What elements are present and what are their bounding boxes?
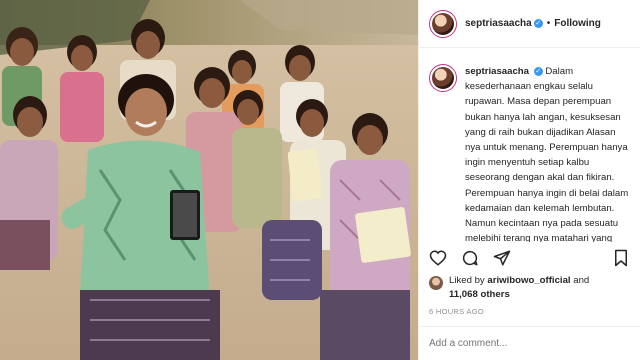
heart-icon[interactable]: [429, 249, 447, 267]
post-photo[interactable]: [0, 0, 418, 360]
post-header: septriasaacha ✓ • Following: [419, 0, 640, 48]
post-timestamp[interactable]: 6 HOURS AGO: [429, 307, 484, 316]
liked-by-label: Liked by: [449, 275, 485, 286]
liker-avatar[interactable]: [429, 276, 443, 290]
likes-summary: Liked by ariwibowo_official and 11,068 o…: [429, 274, 630, 302]
separator-dot: •: [546, 18, 551, 29]
caption-body: Dalam kesederhanaan engkau selalu rupawa…: [465, 66, 629, 242]
caption-verified-badge-icon: ✓: [533, 66, 543, 76]
caption-username[interactable]: septriasaacha: [465, 66, 529, 77]
share-icon[interactable]: [493, 249, 511, 267]
post-sidebar: septriasaacha ✓ • Following septriasaach…: [418, 0, 640, 360]
comment-input[interactable]: [429, 338, 630, 349]
likes-text: Liked by ariwibowo_official and 11,068 o…: [449, 274, 589, 302]
caption-text: septriasaacha ✓ Dalam kesederhanaan engk…: [465, 64, 630, 242]
liked-and-label: and: [573, 275, 590, 286]
post-photo-illustration: [0, 0, 418, 360]
caption-avatar[interactable]: [429, 64, 457, 92]
liker-username[interactable]: ariwibowo_official: [487, 275, 570, 286]
caption-avatar-image: [432, 67, 454, 89]
following-button[interactable]: Following: [554, 18, 601, 29]
author-username[interactable]: septriasaacha: [465, 18, 532, 29]
caption-block: septriasaacha ✓ Dalam kesederhanaan engk…: [419, 48, 640, 242]
bookmark-icon[interactable]: [612, 249, 630, 267]
likes-count[interactable]: 11,068 others: [449, 289, 510, 300]
comment-bar: [419, 326, 640, 360]
instagram-post: septriasaacha ✓ • Following septriasaach…: [0, 0, 640, 360]
author-avatar-image: [432, 12, 454, 35]
author-avatar[interactable]: [429, 9, 457, 38]
comment-icon[interactable]: [461, 249, 479, 267]
verified-badge-icon: ✓: [533, 19, 543, 28]
action-bar: [429, 246, 630, 270]
